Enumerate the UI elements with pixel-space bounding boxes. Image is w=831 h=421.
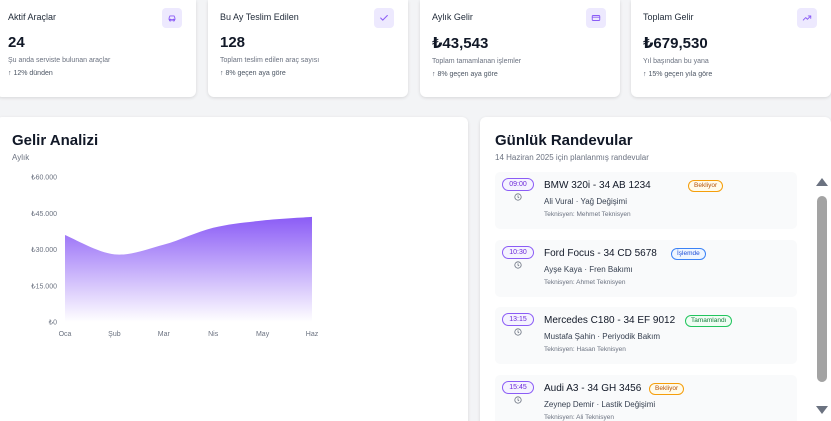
x-tick-label: Haz (306, 331, 319, 338)
status-badge: Tamamlandı (685, 315, 733, 327)
appointment-item[interactable]: 10:30 Ford Focus - 34 CD 5678 İşlemde Ay… (495, 240, 797, 297)
stat-trend: ↑ 15% geçen yıla göre (643, 71, 713, 78)
credit-card-icon (586, 8, 606, 28)
appointment-item[interactable]: 09:00 BMW 320i - 34 AB 1234 Bekliyor Ali… (495, 172, 797, 229)
y-tick-label: ₺45.000 (31, 210, 57, 218)
appointment-technician: Teknisyen: Hasan Teknisyen (544, 346, 626, 353)
appointment-customer: Mustafa Şahin · Periyodik Bakım (544, 332, 661, 341)
appointment-technician: Teknisyen: Ali Teknisyen (544, 414, 614, 421)
dashboard: Aktif Araçlar 24 Şu anda serviste buluna… (0, 0, 831, 421)
stat-label: Toplam Gelir (643, 12, 694, 22)
appointment-item[interactable]: 13:15 Mercedes C180 - 34 EF 9012 Tamamla… (495, 307, 797, 364)
appointment-vehicle: Mercedes C180 - 34 EF 9012 (544, 315, 676, 326)
appointment-time: 10:30 (502, 246, 534, 259)
clock-icon (514, 261, 522, 269)
car-icon (162, 8, 182, 28)
appointments-scrollbar[interactable] (816, 178, 828, 418)
appointment-technician: Teknisyen: Ahmet Teknisyen (544, 279, 626, 286)
appointments-title: Günlük Randevular (495, 132, 633, 149)
appointment-time: 15:45 (502, 381, 534, 394)
stat-label: Bu Ay Teslim Edilen (220, 12, 299, 22)
revenue-area-chart: ₺0 ₺15.000 ₺30.000 ₺45.000 ₺60.000 Oca Şub Mar N… (31, 174, 319, 339)
appointment-item[interactable]: 15:45 Audi A3 - 34 GH 3456 Bekliyor Zeyn… (495, 375, 797, 421)
scroll-up-arrow-icon[interactable] (816, 178, 828, 186)
stat-value: ₺679,530 (643, 35, 708, 52)
y-tick-label: ₺15.000 (31, 282, 57, 290)
stat-description: Toplam tamamlanan işlemler (432, 58, 522, 65)
stat-label: Aylık Gelir (432, 12, 473, 22)
status-badge: İşlemde (671, 248, 706, 260)
clock-icon (514, 193, 522, 201)
x-tick-label: Şub (108, 331, 121, 338)
status-badge: Bekliyor (649, 383, 685, 395)
stat-card-active-vehicles[interactable]: Aktif Araçlar 24 Şu anda serviste buluna… (0, 0, 196, 97)
stat-card-total-income[interactable]: Toplam Gelir ₺679,530 Yıl başından bu ya… (631, 0, 831, 97)
revenue-panel: Gelir Analizi Aylık ₺0 ₺15.000 ₺30.000 ₺45.… (0, 117, 468, 421)
revenue-area (65, 216, 312, 322)
stat-description: Toplam teslim edilen araç sayısı (220, 57, 320, 64)
stat-value: 128 (220, 34, 246, 51)
y-tick-label: ₺0 (49, 319, 57, 327)
x-tick-label: Nis (208, 331, 219, 338)
stat-value: 24 (8, 34, 25, 51)
stat-label: Aktif Araçlar (8, 12, 57, 22)
stat-trend: ↑ 12% dünden (8, 70, 53, 77)
stat-trend: ↑ 8% geçen aya göre (220, 70, 286, 77)
clock-icon (514, 396, 522, 404)
appointments-panel: Günlük Randevular 14 Haziran 2025 için p… (480, 117, 831, 421)
appointments-subtitle: 14 Haziran 2025 için planlanmış randevul… (495, 153, 649, 162)
appointment-customer: Ayşe Kaya · Fren Bakımı (544, 265, 633, 274)
scroll-down-arrow-icon[interactable] (816, 406, 828, 414)
clock-icon (514, 328, 522, 336)
appointment-time: 09:00 (502, 178, 534, 191)
appointment-customer: Zeynep Demir · Lastik Değişimi (544, 400, 656, 409)
y-tick-label: ₺30.000 (31, 246, 57, 254)
appointment-technician: Teknisyen: Mehmet Teknisyen (544, 211, 631, 218)
stat-card-delivered[interactable]: Bu Ay Teslim Edilen 128 Toplam teslim ed… (208, 0, 408, 97)
appointment-vehicle: Audi A3 - 34 GH 3456 (544, 383, 642, 394)
appointment-vehicle: Ford Focus - 34 CD 5678 (544, 248, 657, 259)
x-tick-label: May (256, 331, 270, 338)
stat-card-monthly-income[interactable]: Aylık Gelir ₺43,543 Toplam tamamlanan iş… (420, 0, 620, 97)
appointment-customer: Ali Vural · Yağ Değişimi (544, 197, 627, 206)
y-tick-label: ₺60.000 (31, 174, 57, 182)
stat-trend: ↑ 8% geçen aya göre (432, 71, 498, 78)
check-icon (374, 8, 394, 28)
appointment-time: 13:15 (502, 313, 534, 326)
stat-description: Yıl başından bu yana (643, 58, 709, 65)
x-tick-label: Oca (59, 331, 72, 338)
stat-value: ₺43,543 (432, 35, 489, 52)
status-badge: Bekliyor (688, 180, 724, 192)
stat-description: Şu anda serviste bulunan araçlar (8, 57, 111, 64)
x-tick-label: Mar (158, 331, 171, 338)
appointment-vehicle: BMW 320i - 34 AB 1234 (544, 180, 651, 191)
scroll-thumb[interactable] (817, 196, 827, 382)
trending-up-icon (797, 8, 817, 28)
